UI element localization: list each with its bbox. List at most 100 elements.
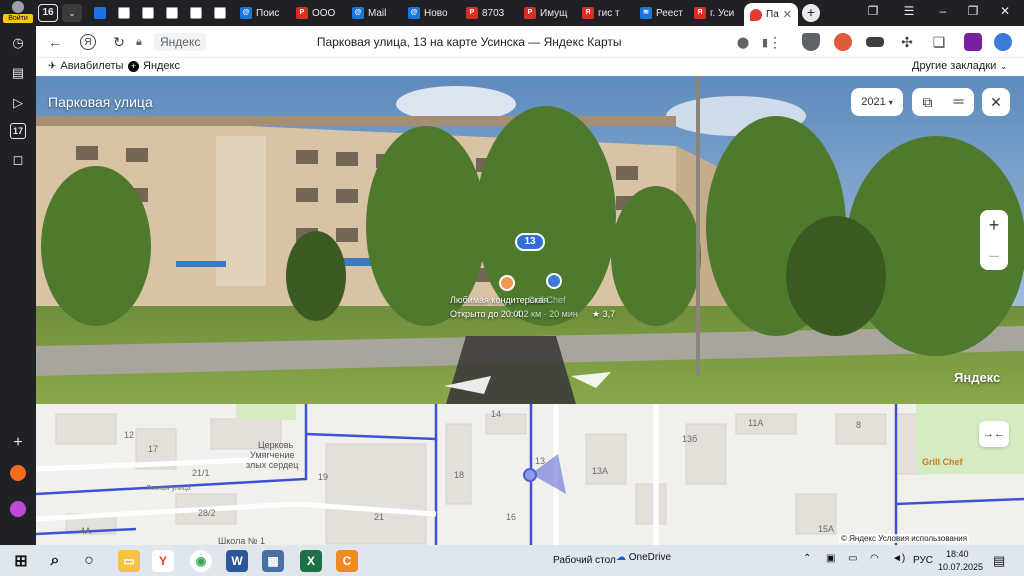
yandex-browser-icon[interactable]: Y — [152, 550, 174, 572]
task-view-icon[interactable]: ○ — [78, 550, 100, 572]
house-number: 21 — [374, 512, 385, 522]
tab-news[interactable]: @ Ново — [408, 3, 458, 23]
collections-toolbar-icon[interactable]: ❏ — [930, 33, 948, 51]
puzzle-icon[interactable]: ✣ — [898, 33, 916, 51]
tab-2[interactable] — [118, 3, 134, 23]
tab-5[interactable] — [190, 3, 206, 23]
map-view[interactable]: Церковь Умягчение злых сердец Школа № 1 … — [36, 404, 1024, 545]
collections-icon[interactable]: ▤ — [9, 64, 27, 82]
restore-icon[interactable]: ❐ — [964, 4, 982, 18]
tab-ooo[interactable]: P ООО — [296, 3, 344, 23]
back-arrow-icon[interactable]: ← — [46, 33, 64, 51]
windows-start-icon[interactable]: ⊞ — [10, 550, 32, 572]
calculator-icon[interactable]: ▦ — [262, 550, 284, 572]
poi-name-overlap: Grill Chef — [528, 295, 566, 305]
tab-8703[interactable]: P 8703 — [466, 3, 516, 23]
extension-icon[interactable] — [834, 33, 852, 51]
desktop-label[interactable]: Рабочий стол — [553, 555, 616, 566]
chrome-icon[interactable]: ◉ — [190, 550, 212, 572]
app-icon[interactable]: C — [336, 550, 358, 572]
house-number: 13 — [535, 456, 546, 466]
house-number-pin[interactable]: 13 — [515, 233, 545, 251]
play-icon[interactable]: ▷ — [9, 94, 27, 112]
tab-mail[interactable]: @ Mail — [352, 3, 400, 23]
menu-lines-icon[interactable]: ＝ — [943, 92, 974, 112]
network-icon[interactable]: ▭ — [848, 553, 857, 564]
clock-time[interactable]: 18:40 — [946, 549, 969, 559]
tab-gis[interactable]: Ягис т — [582, 3, 638, 23]
tab-favicon-icon — [142, 7, 154, 19]
tab-usinsk[interactable]: Яг. Уси — [694, 3, 742, 23]
tab-count-badge[interactable]: 16 — [38, 4, 58, 22]
tab-search[interactable]: @ Поис — [240, 3, 288, 23]
calendar-icon[interactable]: 17 — [10, 123, 26, 139]
close-window-icon[interactable]: ✕ — [996, 4, 1014, 18]
new-tab-plus-icon[interactable]: + — [802, 4, 820, 22]
location-pin-icon[interactable]: ⬤ — [732, 36, 754, 49]
zoom-in-icon[interactable]: + — [980, 210, 1008, 240]
minimize-icon[interactable]: – — [934, 4, 952, 18]
tray-chevron-icon[interactable]: ⌃ — [803, 553, 811, 564]
tab-label: Поис — [256, 7, 280, 19]
bookmark-yandex[interactable]: + Яндекс — [128, 60, 180, 72]
address-bar[interactable]: 🔒︎ Яндекс Парковая улица, 13 на карте Ус… — [136, 31, 776, 53]
yandex-mail-icon[interactable] — [9, 464, 27, 482]
alice-icon[interactable] — [9, 500, 27, 518]
wifi-icon[interactable]: ◠ — [870, 553, 879, 564]
clock-date[interactable]: 10.07.2025 — [938, 562, 983, 572]
mail-icon: @ — [352, 7, 364, 19]
login-button[interactable]: Войти — [3, 1, 33, 23]
yandex-logo-icon[interactable]: Я — [80, 34, 96, 50]
street-view-panorama[interactable]: Парковая улица 2021 ▾ ⧉ ＝ ✕ + – 13 Любим… — [36, 76, 1024, 404]
camera-icon[interactable]: ▣ — [826, 553, 835, 564]
house-number: 14 — [491, 409, 502, 419]
tab-overview-icon[interactable]: ❐ — [864, 4, 882, 18]
caret-down-icon: ▾ — [888, 98, 893, 107]
other-bookmarks[interactable]: Другие закладки ⌄ — [912, 60, 1007, 72]
onedrive-label[interactable]: ☁ OneDrive — [616, 552, 671, 563]
poi-cafe-icon[interactable] — [499, 275, 515, 291]
tab-registry[interactable]: ≋ Реест — [640, 3, 690, 23]
login-label: Войти — [3, 14, 33, 23]
search-icon[interactable]: ⌕ — [44, 550, 66, 572]
calendar-day: 17 — [12, 126, 23, 136]
file-explorer-icon[interactable]: ▭ — [118, 550, 140, 572]
tab-list-chevron-icon[interactable]: ⌄ — [62, 4, 82, 22]
menu-icon[interactable]: ☰ — [900, 4, 918, 18]
reload-icon[interactable]: ↻ — [110, 33, 128, 51]
tab-favicon-icon — [118, 7, 130, 19]
open-external-icon[interactable]: ⧉ — [912, 94, 943, 111]
mail-extension-icon[interactable] — [964, 33, 982, 51]
more-vert-icon[interactable]: ⋮ — [766, 33, 784, 51]
add-panel-icon[interactable]: + — [9, 434, 27, 452]
map-attribution[interactable]: © Яндекс Условия использования — [839, 534, 970, 543]
tab-3[interactable] — [142, 3, 158, 23]
tab-property[interactable]: P Имущ — [524, 3, 574, 23]
school-label: Школа № 1 — [218, 536, 266, 545]
notifications-icon[interactable]: ▤ — [993, 553, 1005, 569]
registry-icon: ≋ — [640, 7, 652, 19]
poi-star-icon[interactable] — [546, 273, 562, 289]
volume-icon[interactable]: ◄) — [892, 553, 905, 564]
year-select[interactable]: 2021 ▾ — [851, 88, 903, 116]
tab-6[interactable] — [214, 3, 230, 23]
downloads-icon[interactable] — [994, 33, 1012, 51]
collapse-panorama-button[interactable]: →← — [979, 421, 1009, 447]
close-panorama-icon[interactable]: ✕ — [982, 88, 1010, 116]
tab-active-maps[interactable]: Па ✕ — [744, 3, 798, 26]
close-tab-icon[interactable]: ✕ — [783, 8, 792, 21]
tab-4[interactable] — [166, 3, 182, 23]
extension-icon-2[interactable] — [866, 37, 884, 47]
excel-icon[interactable]: X — [300, 550, 322, 572]
house-number: 13б — [682, 434, 698, 444]
grill-chef-label[interactable]: Grill Chef — [922, 457, 963, 467]
history-icon[interactable]: ◷ — [9, 34, 27, 52]
language-indicator[interactable]: РУС — [913, 555, 933, 566]
bookmark-flights[interactable]: ✈ Авиабилеты — [48, 60, 123, 72]
bookmark-label: Яндекс — [143, 60, 180, 72]
zoom-out-icon[interactable]: – — [980, 240, 1008, 270]
tab-1[interactable] — [94, 3, 110, 23]
word-icon[interactable]: W — [226, 550, 248, 572]
shield-extension-icon[interactable] — [802, 33, 820, 51]
chat-icon[interactable]: ◻ — [9, 151, 27, 169]
